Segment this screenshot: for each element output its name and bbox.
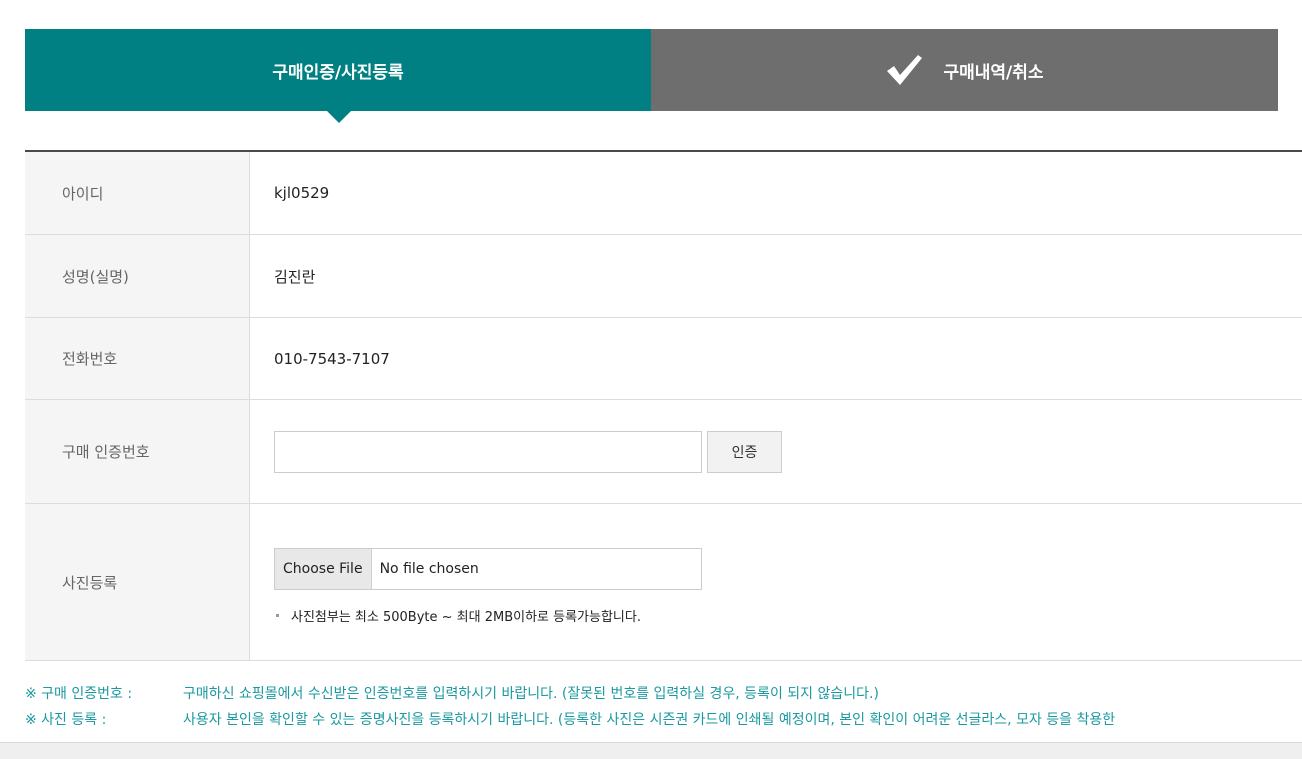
photo-label: 사진등록 bbox=[25, 504, 250, 660]
tab-purchase-history-label: 구매내역/취소 bbox=[943, 62, 1044, 83]
row-photo: 사진등록 Choose File No file chosen 사진첨부는 최소… bbox=[25, 504, 1302, 661]
note-auth-code-text: 구매하신 쇼핑몰에서 수신받은 인증번호를 입력하시기 바랍니다. (잘못된 번… bbox=[183, 686, 879, 702]
phone-label: 전화번호 bbox=[25, 318, 250, 399]
purchase-auth-page: 구매인증/사진등록 구매내역/취소 아이디 kjl0529 성명(실명) 김진란… bbox=[0, 0, 1302, 759]
bullet-icon bbox=[276, 613, 279, 617]
guide-notes: ※ 구매 인증번호 : 구매하신 쇼핑몰에서 수신받은 인증번호를 입력하시기 … bbox=[25, 680, 1302, 732]
real-name-value: 김진란 bbox=[274, 267, 316, 286]
photo-size-note-text: 사진첨부는 최소 500Byte ~ 최대 2MB이하로 등록가능합니다. bbox=[291, 609, 641, 625]
auth-code-label: 구매 인증번호 bbox=[25, 400, 250, 503]
tab-purchase-auth[interactable]: 구매인증/사진등록 bbox=[25, 29, 651, 123]
tab-purchase-auth-label: 구매인증/사진등록 bbox=[272, 62, 404, 83]
photo-upload-group: Choose File No file chosen 사진첨부는 최소 500B… bbox=[274, 540, 702, 625]
row-phone: 전화번호 010-7543-7107 bbox=[25, 318, 1302, 400]
real-name-label: 성명(실명) bbox=[25, 235, 250, 317]
auth-code-input[interactable] bbox=[274, 430, 702, 473]
note-photo-text: 사용자 본인을 확인할 수 있는 증명사진을 등록하시기 바랍니다. (등록한 … bbox=[183, 712, 1116, 728]
choose-file-button[interactable]: Choose File bbox=[275, 548, 372, 589]
tab-bar: 구매인증/사진등록 구매내역/취소 bbox=[25, 29, 1278, 123]
phone-value: 010-7543-7107 bbox=[274, 349, 390, 368]
note-auth-code: ※ 구매 인증번호 : 구매하신 쇼핑몰에서 수신받은 인증번호를 입력하시기 … bbox=[25, 680, 1302, 706]
bottom-scroll-area bbox=[0, 742, 1302, 759]
photo-cell: Choose File No file chosen 사진첨부는 최소 500B… bbox=[250, 504, 1302, 660]
row-real-name: 성명(실명) 김진란 bbox=[25, 235, 1302, 318]
user-id-label: 아이디 bbox=[25, 152, 250, 234]
file-status-text: No file chosen bbox=[379, 560, 479, 577]
user-id-value: kjl0529 bbox=[274, 184, 330, 202]
row-user-id: 아이디 kjl0529 bbox=[25, 152, 1302, 235]
row-auth-code: 구매 인증번호 인증 bbox=[25, 400, 1302, 504]
file-upload-field[interactable]: Choose File No file chosen bbox=[274, 547, 702, 590]
tab-purchase-history[interactable]: 구매내역/취소 bbox=[651, 29, 1278, 111]
note-auth-code-label: ※ 구매 인증번호 : bbox=[25, 686, 133, 702]
check-icon bbox=[887, 55, 923, 85]
note-photo-label: ※ 사진 등록 : bbox=[25, 712, 107, 728]
photo-size-note: 사진첨부는 최소 500Byte ~ 최대 2MB이하로 등록가능합니다. bbox=[274, 606, 702, 625]
member-info-table: 아이디 kjl0529 성명(실명) 김진란 전화번호 010-7543-710… bbox=[25, 150, 1302, 661]
auth-code-cell: 인증 bbox=[250, 400, 1302, 503]
auth-button[interactable]: 인증 bbox=[707, 430, 782, 473]
note-photo: ※ 사진 등록 : 사용자 본인을 확인할 수 있는 증명사진을 등록하시기 바… bbox=[25, 706, 1302, 732]
